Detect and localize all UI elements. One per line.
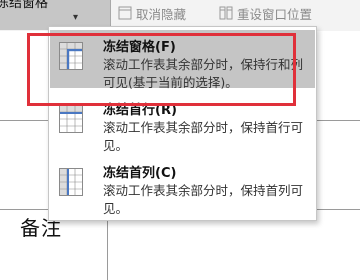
menu-item-description: 滚动工作表其余部分时，保持首列可见。	[103, 183, 304, 216]
freeze-panes-button-label: 冻结窗格	[0, 0, 49, 11]
freeze-panes-menu: 冻结窗格(F) 滚动工作表其余部分时，保持行和列可见(基于当前的选择)。 冻结首…	[48, 26, 317, 221]
menu-item-title: 冻结首行(R)	[103, 103, 177, 118]
freeze-first-column-icon	[59, 168, 83, 196]
menu-item-title: 冻结首列(C)	[103, 166, 177, 181]
reset-window-label: 重设窗口位置	[237, 6, 313, 22]
chevron-down-icon: ▾	[73, 12, 79, 23]
menu-item-title: 冻结窗格(F)	[103, 40, 176, 55]
reset-window-icon	[219, 6, 233, 20]
freeze-panes-icon	[59, 42, 83, 70]
menu-item-freeze-top-row[interactable]: 冻结首行(R) 滚动工作表其余部分时，保持首行可见。	[50, 93, 315, 153]
reset-window-position-button[interactable]: 重设窗口位置	[219, 4, 312, 22]
menu-item-freeze-first-column[interactable]: 冻结首列(C) 滚动工作表其余部分时，保持首列可见。	[50, 156, 315, 216]
menu-item-freeze-panes[interactable]: 冻结窗格(F) 滚动工作表其余部分时，保持行和列可见(基于当前的选择)。	[50, 30, 315, 90]
freeze-top-row-icon	[59, 105, 83, 133]
unhide-label: 取消隐藏	[136, 6, 187, 22]
unhide-button[interactable]: 取消隐藏	[118, 4, 186, 22]
menu-item-description: 滚动工作表其余部分时，保持行和列可见(基于当前的选择)。	[103, 57, 304, 90]
unhide-window-icon	[118, 6, 132, 20]
menu-item-description: 滚动工作表其余部分时，保持首行可见。	[103, 120, 304, 153]
